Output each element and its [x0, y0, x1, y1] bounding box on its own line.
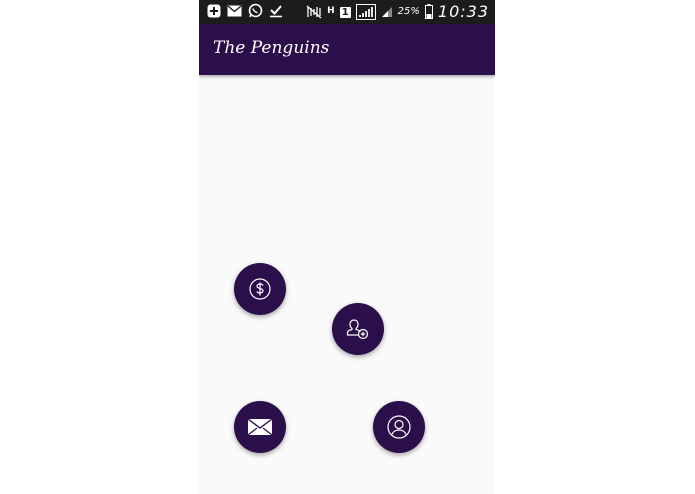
battery-percent: 25% — [397, 6, 420, 17]
signal-secondary-icon — [381, 6, 393, 18]
status-bar-system: H 1 25% 10:33 — [306, 2, 489, 21]
add-user-button[interactable] — [332, 303, 384, 355]
mail-icon — [227, 5, 242, 17]
mute-icon — [306, 5, 322, 19]
signal-icon — [355, 3, 376, 20]
check-icon — [269, 4, 283, 18]
envelope-icon — [247, 417, 273, 437]
app-title: The Penguins — [213, 38, 330, 58]
sim-1-icon: 1 — [339, 7, 351, 18]
phone-screen: H 1 25% 10:33 The Penguins — [199, 0, 495, 494]
status-time: 10:33 — [437, 2, 489, 21]
h-network-icon: H — [327, 6, 335, 16]
dollar-circle-icon — [248, 277, 272, 301]
status-bar-notifications — [207, 3, 283, 18]
add-user-icon — [345, 316, 371, 342]
payment-button[interactable] — [234, 263, 286, 315]
whatsapp-icon — [248, 3, 263, 18]
status-bar: H 1 25% 10:33 — [199, 0, 495, 24]
battery-icon — [424, 4, 433, 19]
profile-button[interactable] — [373, 401, 425, 453]
app-bar: The Penguins — [199, 24, 495, 75]
user-circle-icon — [386, 414, 412, 440]
plus-box-icon — [207, 4, 221, 18]
message-button[interactable] — [234, 401, 286, 453]
